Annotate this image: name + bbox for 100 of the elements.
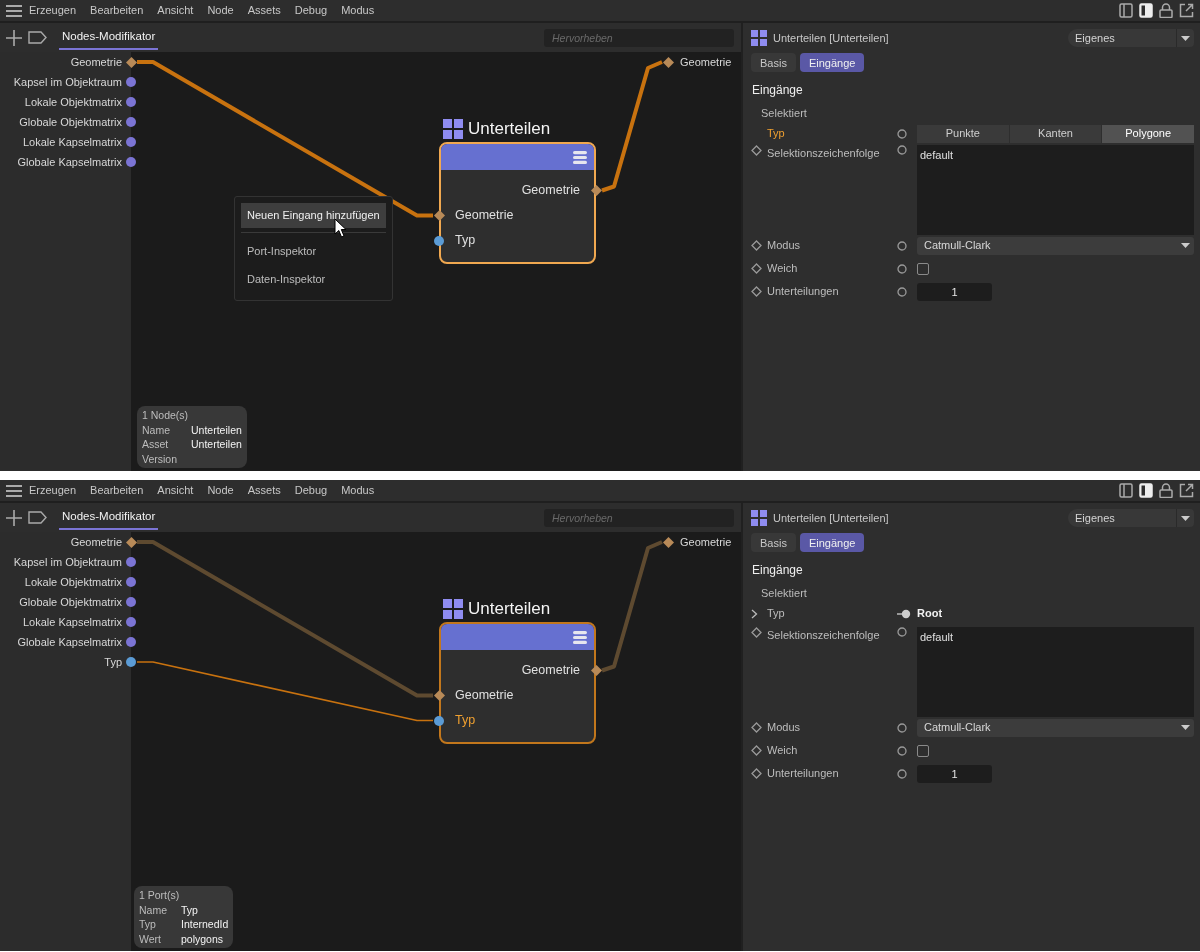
number-field[interactable]: 1 [917, 282, 992, 301]
tag-icon[interactable] [28, 31, 47, 44]
diamond-port[interactable] [590, 185, 602, 196]
port-dot-icon[interactable] [126, 577, 136, 587]
port-dot-icon[interactable] [434, 715, 444, 726]
port-icon[interactable] [897, 626, 907, 637]
menu-item[interactable]: Daten-Inspektor [241, 267, 386, 292]
node-card[interactable]: Geometrie Geometrie Typ [439, 142, 596, 264]
menu-item[interactable]: Debug [287, 482, 335, 499]
chevron-icon[interactable] [751, 608, 758, 619]
port-dot-icon[interactable] [126, 557, 136, 567]
text-field[interactable]: default [917, 144, 1194, 235]
external-link-icon[interactable] [1179, 483, 1194, 498]
lock-icon[interactable] [1159, 483, 1173, 498]
diamond-port[interactable] [433, 210, 445, 221]
keyframe-icon[interactable] [751, 286, 762, 297]
port-icon[interactable] [897, 128, 907, 139]
menu-item[interactable]: Assets [240, 482, 288, 499]
checkbox[interactable] [917, 744, 929, 757]
port-dot-icon[interactable] [126, 137, 136, 147]
port-label: Geometrie [455, 207, 514, 225]
connected-port-icon[interactable] [897, 608, 911, 619]
search-field[interactable]: Hervorheben [544, 508, 734, 527]
add-icon[interactable] [6, 509, 22, 526]
tag-icon[interactable] [28, 511, 47, 524]
menu-icon[interactable] [6, 4, 22, 17]
lock-icon[interactable] [1159, 3, 1173, 18]
port-icon[interactable] [897, 745, 907, 756]
add-icon[interactable] [6, 29, 22, 46]
port-dot-icon[interactable] [126, 117, 136, 127]
checkbox[interactable] [917, 262, 929, 275]
menu-item[interactable]: Modus [334, 2, 382, 19]
menu-item[interactable]: Node [200, 482, 241, 499]
node-card[interactable]: Geometrie Geometrie Typ [439, 622, 596, 744]
text-field[interactable]: default [917, 626, 1194, 717]
menu-item[interactable]: Debug [287, 2, 335, 19]
keyframe-icon[interactable] [751, 263, 762, 274]
keyframe-icon[interactable] [751, 768, 762, 779]
diamond-port[interactable] [433, 690, 445, 701]
external-link-icon[interactable] [1179, 3, 1194, 18]
port-dot-icon[interactable] [126, 617, 136, 627]
menu-item[interactable]: Bearbeiten [83, 482, 151, 499]
menu-item[interactable]: Node [200, 2, 241, 19]
preset-dropdown[interactable]: Eigenes [1068, 509, 1194, 527]
inspector-tab[interactable]: Basis [751, 533, 796, 552]
keyframe-icon[interactable] [751, 626, 762, 638]
segment-option[interactable]: Polygone [1102, 124, 1194, 143]
keyframe-icon[interactable] [751, 722, 762, 733]
search-field[interactable]: Hervorheben [544, 28, 734, 47]
group-label: Selektiert [761, 106, 808, 121]
port-dot-icon[interactable] [126, 657, 136, 667]
menu-icon[interactable] [573, 630, 587, 644]
port-dot-icon[interactable] [126, 157, 136, 167]
keyframe-icon[interactable] [751, 240, 762, 251]
port-dot-icon[interactable] [126, 77, 136, 87]
port-dot-icon[interactable] [126, 97, 136, 107]
menu-item[interactable]: Bearbeiten [83, 2, 151, 19]
menu-item[interactable]: Ansicht [150, 482, 201, 499]
menu-item[interactable]: Modus [334, 482, 382, 499]
panel-left-icon[interactable] [1119, 483, 1133, 498]
port-icon[interactable] [897, 722, 907, 733]
graph-tab[interactable]: Nodes-Modifikator [59, 25, 159, 50]
panel-right-icon[interactable] [1139, 3, 1153, 18]
inspector-tab[interactable]: Basis [751, 53, 796, 72]
diamond-port[interactable] [125, 536, 137, 548]
segment-option[interactable]: Punkte [917, 124, 1009, 143]
port-dot-icon[interactable] [434, 235, 444, 246]
inspector-tab[interactable]: Eingänge [799, 533, 865, 552]
port-icon[interactable] [897, 240, 907, 251]
diamond-port[interactable] [590, 665, 602, 676]
keyframe-icon[interactable] [751, 745, 762, 756]
diamond-port[interactable] [662, 56, 674, 68]
menu-item[interactable]: Ansicht [150, 2, 201, 19]
graph-tab[interactable]: Nodes-Modifikator [59, 505, 159, 530]
diamond-port[interactable] [125, 56, 137, 68]
port-icon[interactable] [897, 768, 907, 779]
menu-icon[interactable] [573, 150, 587, 164]
preset-dropdown[interactable]: Eigenes [1068, 29, 1194, 47]
menu-icon[interactable] [6, 484, 22, 497]
panel-left-icon[interactable] [1119, 3, 1133, 18]
connection-wire[interactable] [601, 60, 663, 193]
port-icon[interactable] [897, 263, 907, 274]
panel-right-icon[interactable] [1139, 483, 1153, 498]
connection-wire[interactable] [136, 661, 434, 722]
diamond-port[interactable] [662, 536, 674, 548]
mode-dropdown[interactable]: Catmull-Clark [917, 236, 1194, 255]
port-icon[interactable] [897, 286, 907, 297]
port-dot-icon[interactable] [126, 637, 136, 647]
menu-item[interactable]: Port-Inspektor [241, 238, 386, 263]
menu-item[interactable]: Assets [240, 2, 288, 19]
inspector-tab[interactable]: Eingänge [799, 53, 865, 72]
mode-dropdown[interactable]: Catmull-Clark [917, 718, 1194, 737]
menu-item[interactable]: Erzeugen [22, 2, 84, 19]
segment-option[interactable]: Kanten [1009, 124, 1102, 143]
keyframe-icon[interactable] [751, 144, 762, 156]
port-icon[interactable] [897, 144, 907, 155]
menu-item[interactable]: Neuen Eingang hinzufügen [241, 203, 386, 228]
port-dot-icon[interactable] [126, 597, 136, 607]
menu-item[interactable]: Erzeugen [22, 482, 84, 499]
number-field[interactable]: 1 [917, 764, 992, 783]
